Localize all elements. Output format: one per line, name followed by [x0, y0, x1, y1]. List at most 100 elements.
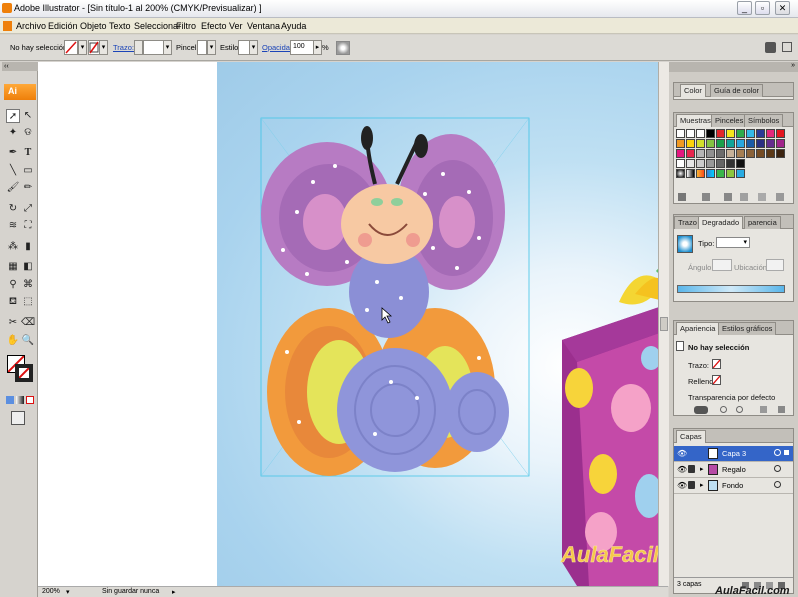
delete-swatch-icon[interactable] — [776, 193, 784, 201]
appearance-stroke[interactable]: Trazo: — [688, 361, 709, 370]
swatch-linear-gradient[interactable] — [686, 169, 695, 178]
fill-swatch[interactable] — [64, 40, 78, 55]
warp-tool-icon[interactable]: ≋ — [6, 219, 20, 233]
screen-mode-icon[interactable] — [11, 411, 25, 425]
menu-ventana[interactable]: Ventana — [247, 21, 280, 31]
swatch-black[interactable] — [706, 129, 715, 138]
menu-objeto[interactable]: Objeto — [80, 21, 107, 31]
magic-wand-tool-icon[interactable]: ✦ — [6, 126, 20, 140]
live-paint-tool-icon[interactable]: ⛾ — [6, 295, 20, 309]
opacity-dropdown[interactable]: ▸ — [313, 40, 322, 55]
swatch-white[interactable] — [696, 129, 705, 138]
stroke-weight-stepper[interactable] — [134, 40, 143, 55]
selection-tool-icon[interactable]: ➚ — [6, 109, 20, 123]
restore-button[interactable]: ▫ — [755, 1, 770, 15]
swatch-radial-gradient[interactable] — [676, 169, 685, 178]
tab-transparency[interactable]: parencia — [744, 216, 781, 229]
target-icon[interactable] — [774, 465, 781, 472]
gradient-tool-icon[interactable]: ◧ — [21, 260, 35, 274]
fill-stroke-widget[interactable] — [6, 354, 36, 388]
stroke-dropdown[interactable]: ▾ — [99, 40, 108, 55]
direct-selection-tool-icon[interactable]: ↖ — [21, 109, 35, 123]
swatch-gold[interactable] — [686, 139, 695, 148]
type-tool-icon[interactable]: T — [21, 146, 35, 160]
fill-dropdown[interactable]: ▾ — [78, 40, 87, 55]
swatch-orange[interactable] — [676, 139, 685, 148]
swatch-red-2[interactable] — [776, 129, 785, 138]
minimize-button[interactable]: _ — [737, 1, 752, 15]
swatch-green-2[interactable] — [716, 139, 725, 148]
swatch-none[interactable] — [676, 129, 685, 138]
swatch-indigo[interactable] — [756, 139, 765, 148]
swatch-rose[interactable] — [686, 149, 695, 158]
slice-tool-icon[interactable]: ✂ — [6, 316, 20, 330]
swatch-lime[interactable] — [696, 139, 705, 148]
rectangle-tool-icon[interactable]: ▭ — [21, 164, 35, 178]
swatch-white-2[interactable] — [676, 159, 685, 168]
swatch-green-4[interactable] — [726, 169, 735, 178]
swatch-cyan[interactable] — [746, 129, 755, 138]
gradient-type-select[interactable]: ▾ — [716, 237, 750, 248]
tab-swatches[interactable]: Muestras — [676, 114, 715, 127]
swatch-blue-gradient[interactable] — [706, 169, 715, 178]
swatch-brown-5[interactable] — [776, 149, 785, 158]
angle-field[interactable] — [712, 259, 732, 271]
swatch-brown-3[interactable] — [756, 149, 765, 158]
layer-name[interactable]: Capa 3 — [722, 449, 746, 458]
target-icon[interactable] — [774, 449, 781, 456]
menu-filtro[interactable]: Filtro — [176, 21, 196, 31]
swatch-library-icon[interactable] — [678, 193, 686, 201]
tab-appearance[interactable]: Apariencia — [676, 322, 720, 335]
eye-icon[interactable]: 👁 — [677, 465, 687, 474]
document-setup-icon[interactable] — [765, 42, 776, 53]
layer-row-fondo[interactable]: 👁 ▸ Fondo — [674, 478, 793, 494]
menu-efecto[interactable]: Efecto — [201, 21, 227, 31]
brush-field[interactable] — [197, 40, 207, 55]
tab-color-guide[interactable]: Guía de color — [710, 84, 764, 97]
layer-name[interactable]: Regalo — [722, 465, 746, 474]
close-button[interactable]: ✕ — [775, 1, 790, 15]
tab-color[interactable]: Color — [680, 84, 706, 97]
zoom-level[interactable]: 200% — [42, 588, 60, 595]
layer-row-capa-3[interactable]: 👁 Capa 3 — [674, 446, 793, 462]
swatch-blue[interactable] — [756, 129, 765, 138]
location-field[interactable] — [766, 259, 784, 271]
status-arrow-icon[interactable]: ▸ — [172, 588, 176, 596]
tab-brushes[interactable]: Pinceles — [711, 114, 748, 127]
symbol-sprayer-tool-icon[interactable]: ⁂ — [6, 240, 20, 254]
target-icon[interactable] — [774, 481, 781, 488]
swatch-light-green[interactable] — [706, 139, 715, 148]
rotate-tool-icon[interactable]: ↻ — [6, 202, 20, 216]
opacity-field[interactable]: 100 — [290, 40, 314, 55]
gradient-preview[interactable] — [677, 235, 693, 253]
swatch-grey-2[interactable] — [706, 149, 715, 158]
style-dropdown[interactable]: ▾ — [249, 40, 258, 55]
gradient-mode-icon[interactable] — [16, 396, 24, 404]
swatch-blue-3[interactable] — [736, 169, 745, 178]
zoom-tool-icon[interactable]: 🔍 — [21, 334, 35, 348]
panel-menu-icon[interactable] — [782, 42, 792, 52]
eyedropper-tool-icon[interactable]: ⚲ — [6, 278, 20, 292]
artwork-image[interactable]: AulaFacil.com — [217, 62, 710, 586]
layer-row-regalo[interactable]: 👁 ▸ Regalo — [674, 462, 793, 478]
mesh-tool-icon[interactable]: ▦ — [6, 260, 20, 274]
lasso-tool-icon[interactable]: ଡ — [21, 126, 35, 140]
clear-appearance-icon[interactable] — [720, 406, 727, 413]
live-paint-selection-tool-icon[interactable]: ⬚ — [21, 295, 35, 309]
scale-tool-icon[interactable]: ⤢ — [21, 202, 35, 216]
new-color-group-icon[interactable] — [740, 193, 748, 201]
swatch-grey-9[interactable] — [736, 159, 745, 168]
swatch-grey-3[interactable] — [716, 149, 725, 158]
menu-edicion[interactable]: Edición — [48, 21, 78, 31]
stroke-label[interactable]: Trazo: — [113, 43, 134, 52]
swatch-registration[interactable] — [686, 129, 695, 138]
menu-ayuda[interactable]: Ayuda — [281, 21, 306, 31]
swatch-sky[interactable] — [736, 139, 745, 148]
swatch-grid[interactable] — [676, 129, 785, 189]
appearance-fill-swatch[interactable] — [712, 375, 721, 385]
expand-icon[interactable]: ▸ — [700, 465, 704, 473]
swatch-grey-4[interactable] — [686, 159, 695, 168]
blend-tool-icon[interactable]: ⌘ — [21, 278, 35, 292]
swatch-grey-7[interactable] — [716, 159, 725, 168]
pencil-tool-icon[interactable]: ✏ — [21, 181, 35, 195]
